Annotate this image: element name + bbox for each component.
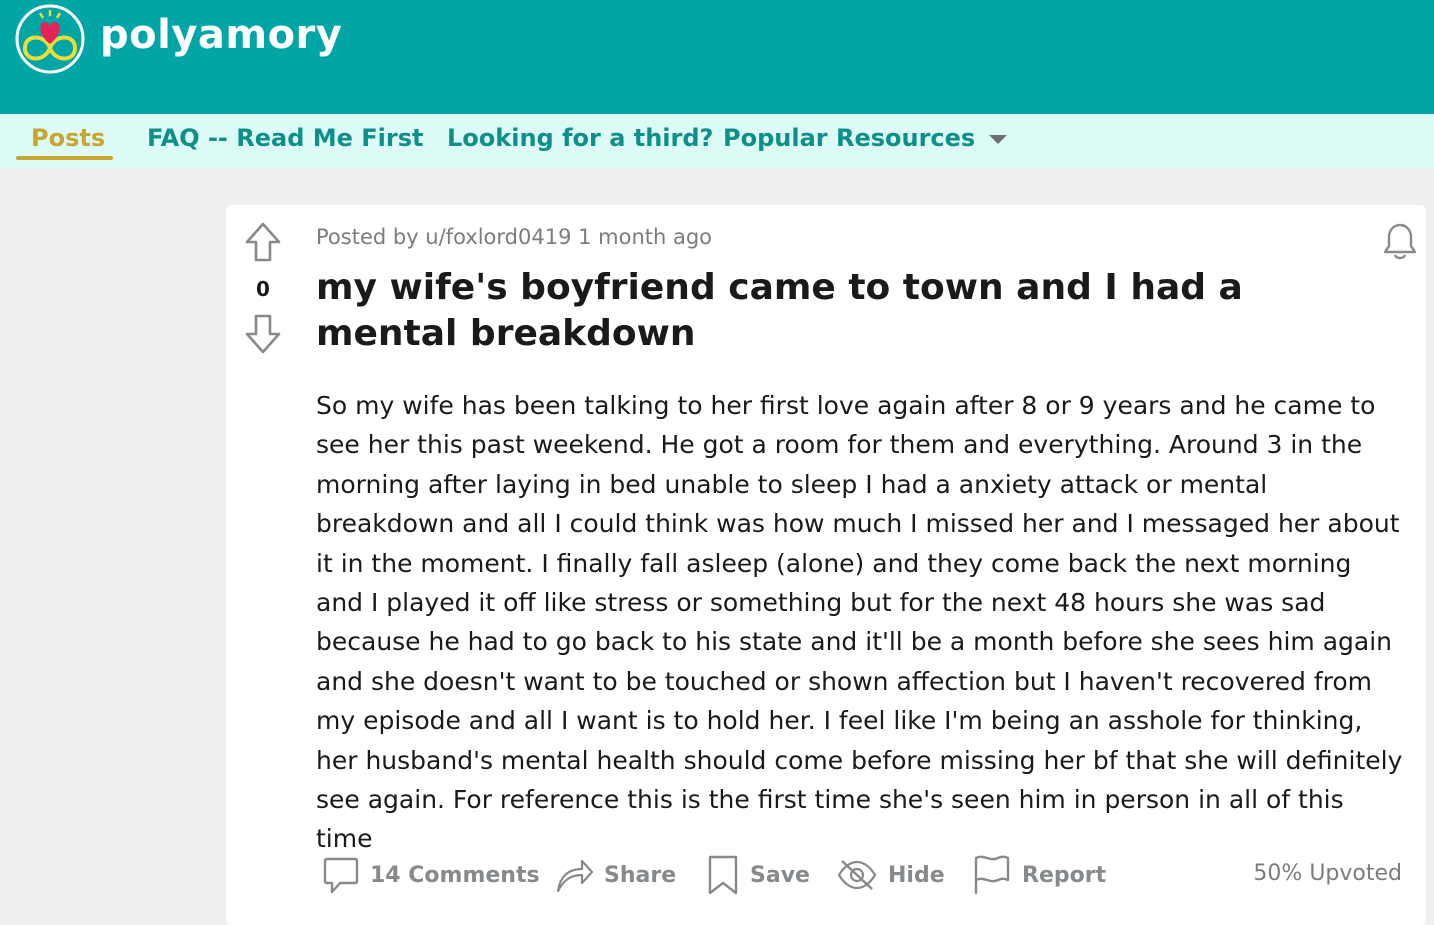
- post-actions: 14 Comments Share Save Hide Report 50% U…: [322, 853, 1402, 897]
- subreddit-nav: Posts FAQ -- Read Me First Looking for a…: [0, 114, 1434, 168]
- share-arrow-icon: [556, 859, 594, 893]
- subreddit-banner: polyamory: [0, 0, 1434, 114]
- comment-icon: [323, 857, 359, 894]
- vote-count: 0: [256, 277, 270, 301]
- hide-label: Hide: [888, 862, 945, 888]
- bookmark-icon: [708, 855, 738, 895]
- post-card: 0 Posted by u/foxlord0419 1 month ago my…: [226, 205, 1426, 925]
- flag-icon: [974, 855, 1010, 894]
- tab-popular-resources-label: Popular Resources: [723, 124, 976, 152]
- share-button[interactable]: Share: [554, 853, 676, 897]
- tab-popular-resources[interactable]: Popular Resources: [723, 124, 1008, 152]
- active-tab-indicator: [16, 156, 113, 160]
- comments-label: 14 Comments: [370, 862, 540, 888]
- chevron-down-icon: [989, 134, 1008, 144]
- tab-looking-for-third[interactable]: Looking for a third?: [447, 124, 713, 152]
- report-button[interactable]: Report: [972, 853, 1106, 897]
- post-body: So my wife has been talking to her first…: [316, 391, 1403, 854]
- post-meta: Posted by u/foxlord0419 1 month ago: [316, 225, 713, 249]
- tab-posts[interactable]: Posts: [31, 124, 105, 152]
- comments-button[interactable]: 14 Comments: [322, 853, 540, 897]
- tab-faq[interactable]: FAQ -- Read Me First: [147, 124, 423, 152]
- save-button[interactable]: Save: [706, 853, 810, 897]
- hide-button[interactable]: Hide: [836, 853, 945, 897]
- downvote-arrow-icon[interactable]: [243, 313, 283, 355]
- upvote-arrow-icon[interactable]: [243, 221, 283, 263]
- bell-icon[interactable]: [1381, 221, 1419, 261]
- save-label: Save: [750, 862, 810, 888]
- subreddit-name[interactable]: polyamory: [100, 12, 342, 58]
- post-title[interactable]: my wife's boyfriend came to town and I h…: [316, 265, 1316, 357]
- report-label: Report: [1022, 862, 1107, 888]
- upvote-ratio: 50% Upvoted: [1253, 861, 1402, 886]
- subreddit-logo-icon[interactable]: [15, 4, 85, 74]
- eye-slash-icon: [837, 860, 877, 890]
- share-label: Share: [604, 862, 677, 888]
